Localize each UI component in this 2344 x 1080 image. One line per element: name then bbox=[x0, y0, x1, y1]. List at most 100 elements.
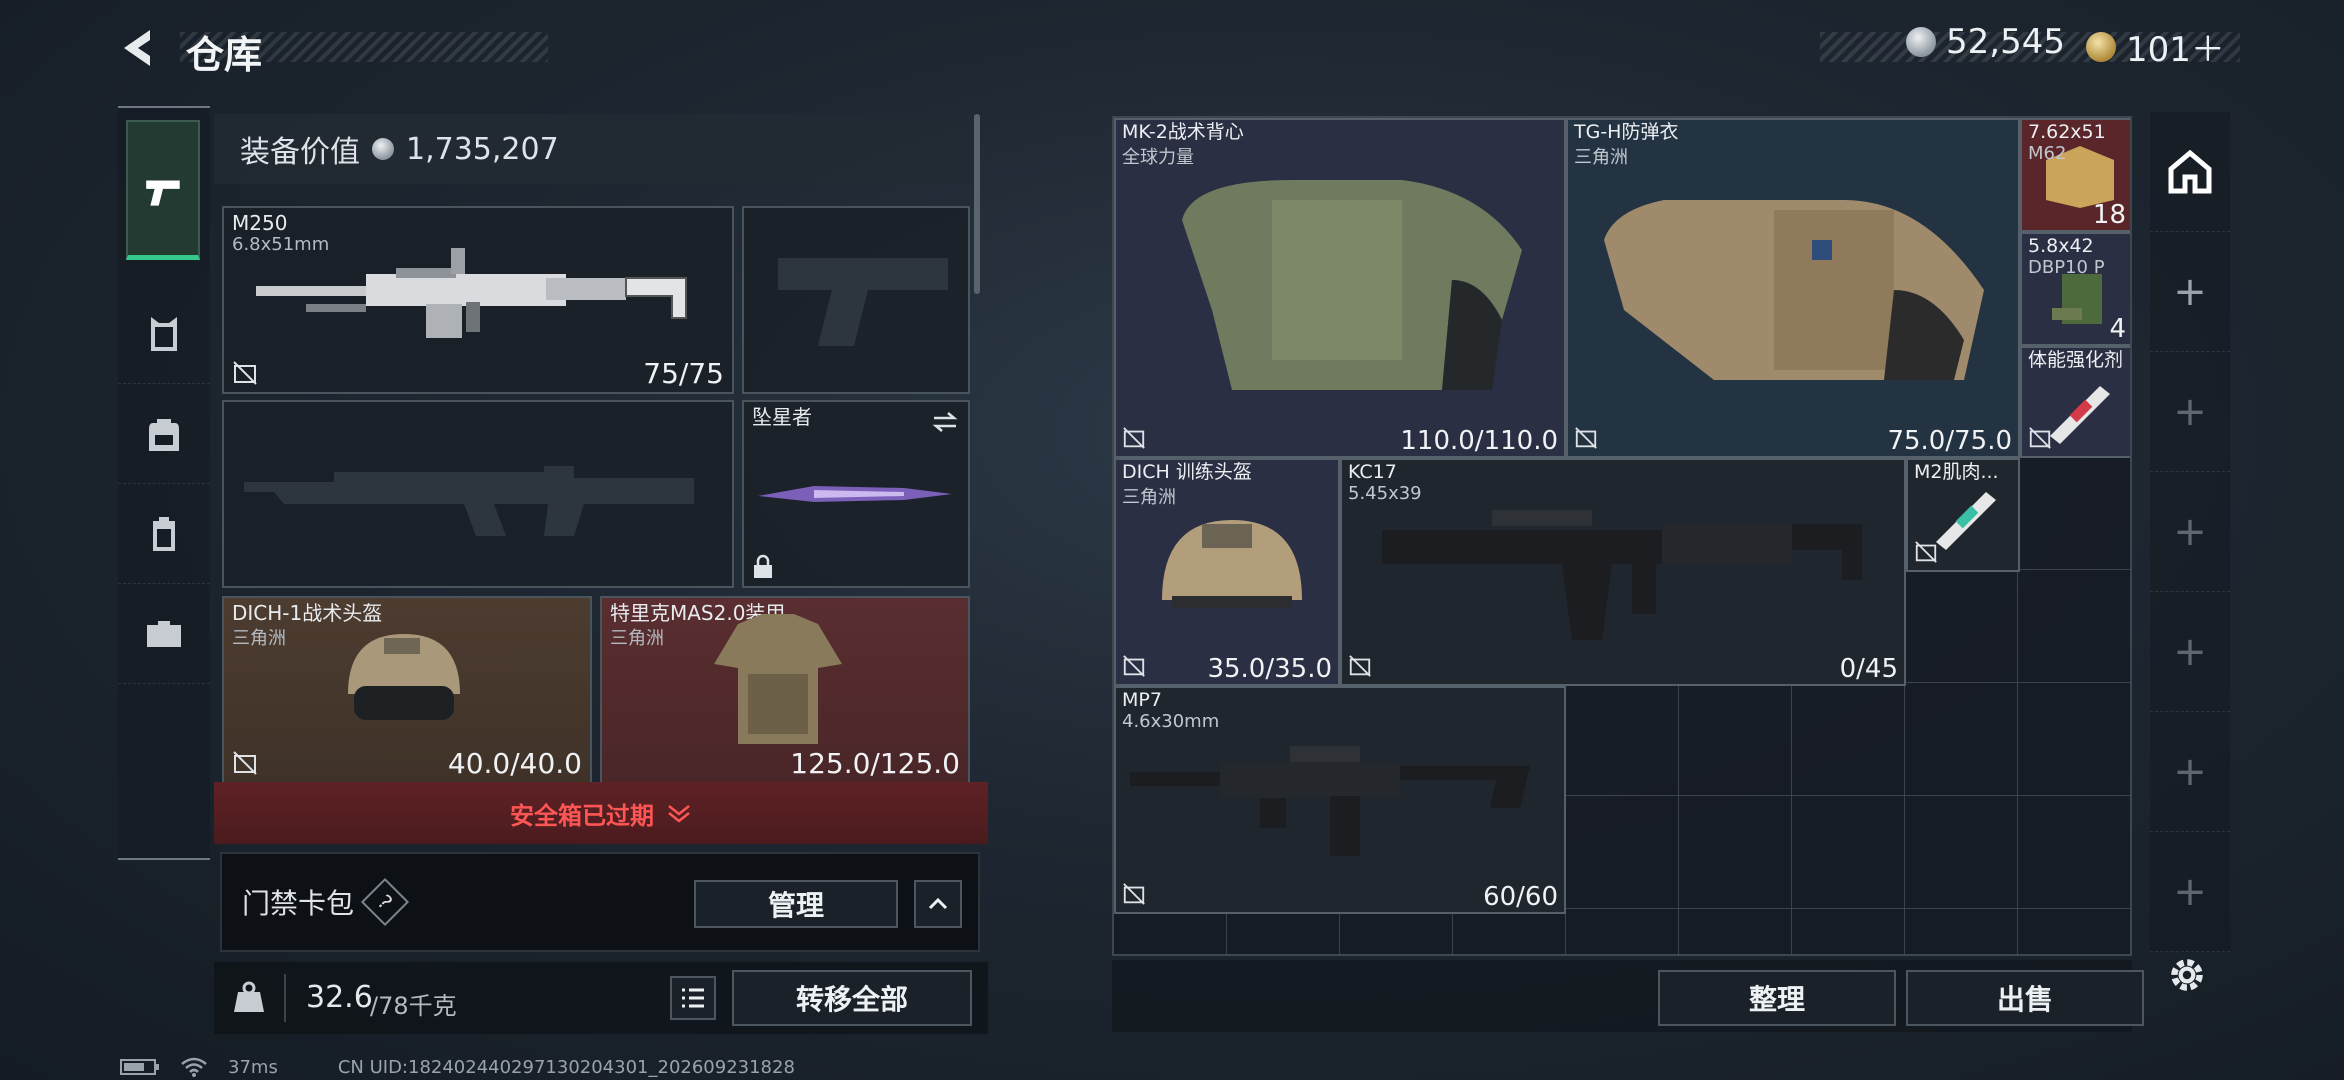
no-insure-icon bbox=[1123, 883, 1145, 905]
plus-icon: + bbox=[2173, 268, 2207, 315]
backpack-icon bbox=[149, 418, 179, 451]
tab-vest[interactable] bbox=[118, 284, 210, 384]
plus-icon: + bbox=[2173, 508, 2207, 555]
equip-value-amount: 1,735,207 bbox=[406, 131, 559, 167]
helmet-image bbox=[348, 634, 460, 720]
no-insure-icon bbox=[233, 751, 257, 775]
stash-item-m2[interactable]: M2肌肉... bbox=[1906, 458, 2020, 572]
helmet-slot[interactable]: DICH-1战术头盔 三角洲 40.0/40.0 bbox=[222, 596, 592, 784]
manage-button[interactable]: 管理 bbox=[694, 880, 898, 928]
sort-button[interactable]: 整理 bbox=[1658, 970, 1896, 1026]
no-insure-icon bbox=[1123, 655, 1145, 677]
item-name: 7.62x51 bbox=[2028, 121, 2106, 143]
item-name: DICH-1战术头盔 bbox=[232, 601, 383, 625]
item-type: DBP10 P bbox=[2028, 257, 2105, 278]
tab-container[interactable] bbox=[118, 484, 210, 584]
kc17-rifle-image bbox=[1382, 510, 1862, 640]
add-stash-tab-4[interactable]: + bbox=[2150, 592, 2230, 712]
stash-item-stim[interactable]: 体能强化剂 bbox=[2020, 346, 2130, 458]
add-stash-tab-6[interactable]: + bbox=[2150, 832, 2230, 952]
no-insure-icon bbox=[2029, 427, 2051, 449]
stash-item-helmet[interactable]: DICH 训练头盔 三角洲 35.0/35.0 bbox=[1114, 458, 1340, 686]
item-name: 5.8x42 bbox=[2028, 235, 2094, 257]
weight-icon bbox=[234, 981, 264, 1012]
item-brand: 三角洲 bbox=[610, 628, 664, 649]
stash-item-ammo-58[interactable]: 5.8x42 DBP10 P 4 bbox=[2020, 232, 2130, 346]
category-sidebar bbox=[118, 106, 210, 860]
stash-item-ammo-762[interactable]: 7.62x51 M62 18 bbox=[2020, 118, 2130, 232]
primary-weapon-slot[interactable]: M250 6.8x51mm 75/75 bbox=[222, 206, 734, 394]
pistol-icon bbox=[146, 180, 180, 206]
gold-amount: 101＋ bbox=[2126, 30, 2225, 70]
status-bar: 37ms CN UID:18240244029713020430​1_20260… bbox=[120, 1056, 795, 1078]
item-durability: 125.0/125.0 bbox=[790, 747, 960, 780]
add-stash-tab-1[interactable]: + bbox=[2150, 232, 2230, 352]
help-icon[interactable]: ? bbox=[360, 877, 410, 927]
item-name: DICH 训练头盔 bbox=[1122, 461, 1252, 483]
no-insure-icon bbox=[233, 361, 257, 385]
sell-button[interactable]: 出售 bbox=[1906, 970, 2144, 1026]
chevron-down-icon bbox=[668, 805, 690, 823]
item-count: 4 bbox=[2109, 314, 2126, 344]
item-name: M250 bbox=[232, 211, 288, 235]
item-type: M62 bbox=[2028, 143, 2067, 164]
item-ammo: 60/60 bbox=[1483, 882, 1558, 912]
melee-slot[interactable]: 坠星者 bbox=[742, 400, 970, 588]
stash-item-vest[interactable]: MK-2战术背心 全球力量 110.0/110.0 bbox=[1114, 118, 1566, 458]
armor-slot[interactable]: 特里克MAS2.0装甲 三角洲 125.0/125.0 bbox=[600, 596, 970, 784]
add-stash-tab-3[interactable]: + bbox=[2150, 472, 2230, 592]
mk2-vest-image bbox=[1182, 180, 1522, 390]
ping-text: 37ms bbox=[228, 1056, 278, 1078]
pistol-slot[interactable] bbox=[742, 206, 970, 394]
rifle-silhouette-icon bbox=[244, 466, 694, 536]
mp7-smg-image bbox=[1130, 746, 1530, 856]
add-stash-tab-5[interactable]: + bbox=[2150, 712, 2230, 832]
item-name: MK-2战术背心 bbox=[1122, 121, 1244, 143]
secondary-weapon-slot[interactable] bbox=[222, 400, 734, 588]
stash-item-armor[interactable]: TG-H防弹衣 三角洲 75.0/75.0 bbox=[1566, 118, 2020, 458]
silver-coin-icon bbox=[1906, 27, 1936, 57]
item-brand: 三角洲 bbox=[1574, 147, 1628, 168]
stash-item-kc17[interactable]: KC17 5.45x39 0/45 bbox=[1340, 458, 1906, 686]
vest-icon bbox=[151, 316, 177, 351]
meteor-blade-image bbox=[758, 486, 952, 502]
plus-icon: + bbox=[2173, 868, 2207, 915]
lock-icon bbox=[754, 554, 772, 578]
tab-weapons[interactable] bbox=[126, 120, 200, 260]
safe-box-text: 安全箱已过期 bbox=[510, 801, 654, 830]
gear-icon[interactable] bbox=[2166, 954, 2208, 996]
transfer-all-button[interactable]: 转移全部 bbox=[732, 970, 972, 1026]
weight-current: 32.6 bbox=[306, 980, 373, 1015]
no-insure-icon bbox=[1915, 541, 1937, 563]
no-insure-icon bbox=[1123, 427, 1145, 449]
item-count: 18 bbox=[2092, 200, 2126, 230]
swap-icon[interactable] bbox=[930, 410, 960, 434]
collapse-button[interactable] bbox=[914, 880, 962, 928]
item-name: 坠星者 bbox=[752, 405, 812, 429]
list-button[interactable] bbox=[670, 976, 716, 1020]
battery-icon bbox=[120, 1059, 159, 1075]
tab-tools[interactable] bbox=[118, 584, 210, 684]
weight-divider bbox=[284, 974, 286, 1022]
armor-image bbox=[714, 614, 842, 744]
scrollbar[interactable] bbox=[974, 114, 980, 294]
dich-helmet-image bbox=[1162, 520, 1302, 608]
syringe-image bbox=[1936, 492, 1996, 550]
stash-grid[interactable]: MK-2战术背心 全球力量 110.0/110.0 TG-H防弹衣 三角洲 75… bbox=[1112, 116, 2132, 956]
currency-silver[interactable]: 52,545 bbox=[1906, 22, 2065, 62]
item-durability: 75.0/75.0 bbox=[1887, 426, 2012, 456]
item-brand: 三角洲 bbox=[232, 628, 286, 649]
item-ammo: 0/45 bbox=[1839, 654, 1898, 684]
plus-icon: + bbox=[2173, 388, 2207, 435]
currency-gold[interactable]: 101＋ bbox=[2086, 22, 2225, 71]
back-icon[interactable] bbox=[116, 26, 164, 70]
stash-tab-home[interactable] bbox=[2150, 112, 2230, 232]
syringe-image bbox=[2050, 386, 2110, 444]
stash-tabs-rail: + + + + + + bbox=[2150, 112, 2230, 952]
safe-box-expired-bar[interactable]: 安全箱已过期 bbox=[214, 782, 988, 844]
add-stash-tab-2[interactable]: + bbox=[2150, 352, 2230, 472]
stash-item-mp7[interactable]: MP7 4.6x30mm 60/60 bbox=[1114, 686, 1566, 914]
tab-backpack[interactable] bbox=[118, 384, 210, 484]
wifi-icon bbox=[181, 1057, 207, 1077]
m250-rifle-image bbox=[256, 248, 687, 338]
